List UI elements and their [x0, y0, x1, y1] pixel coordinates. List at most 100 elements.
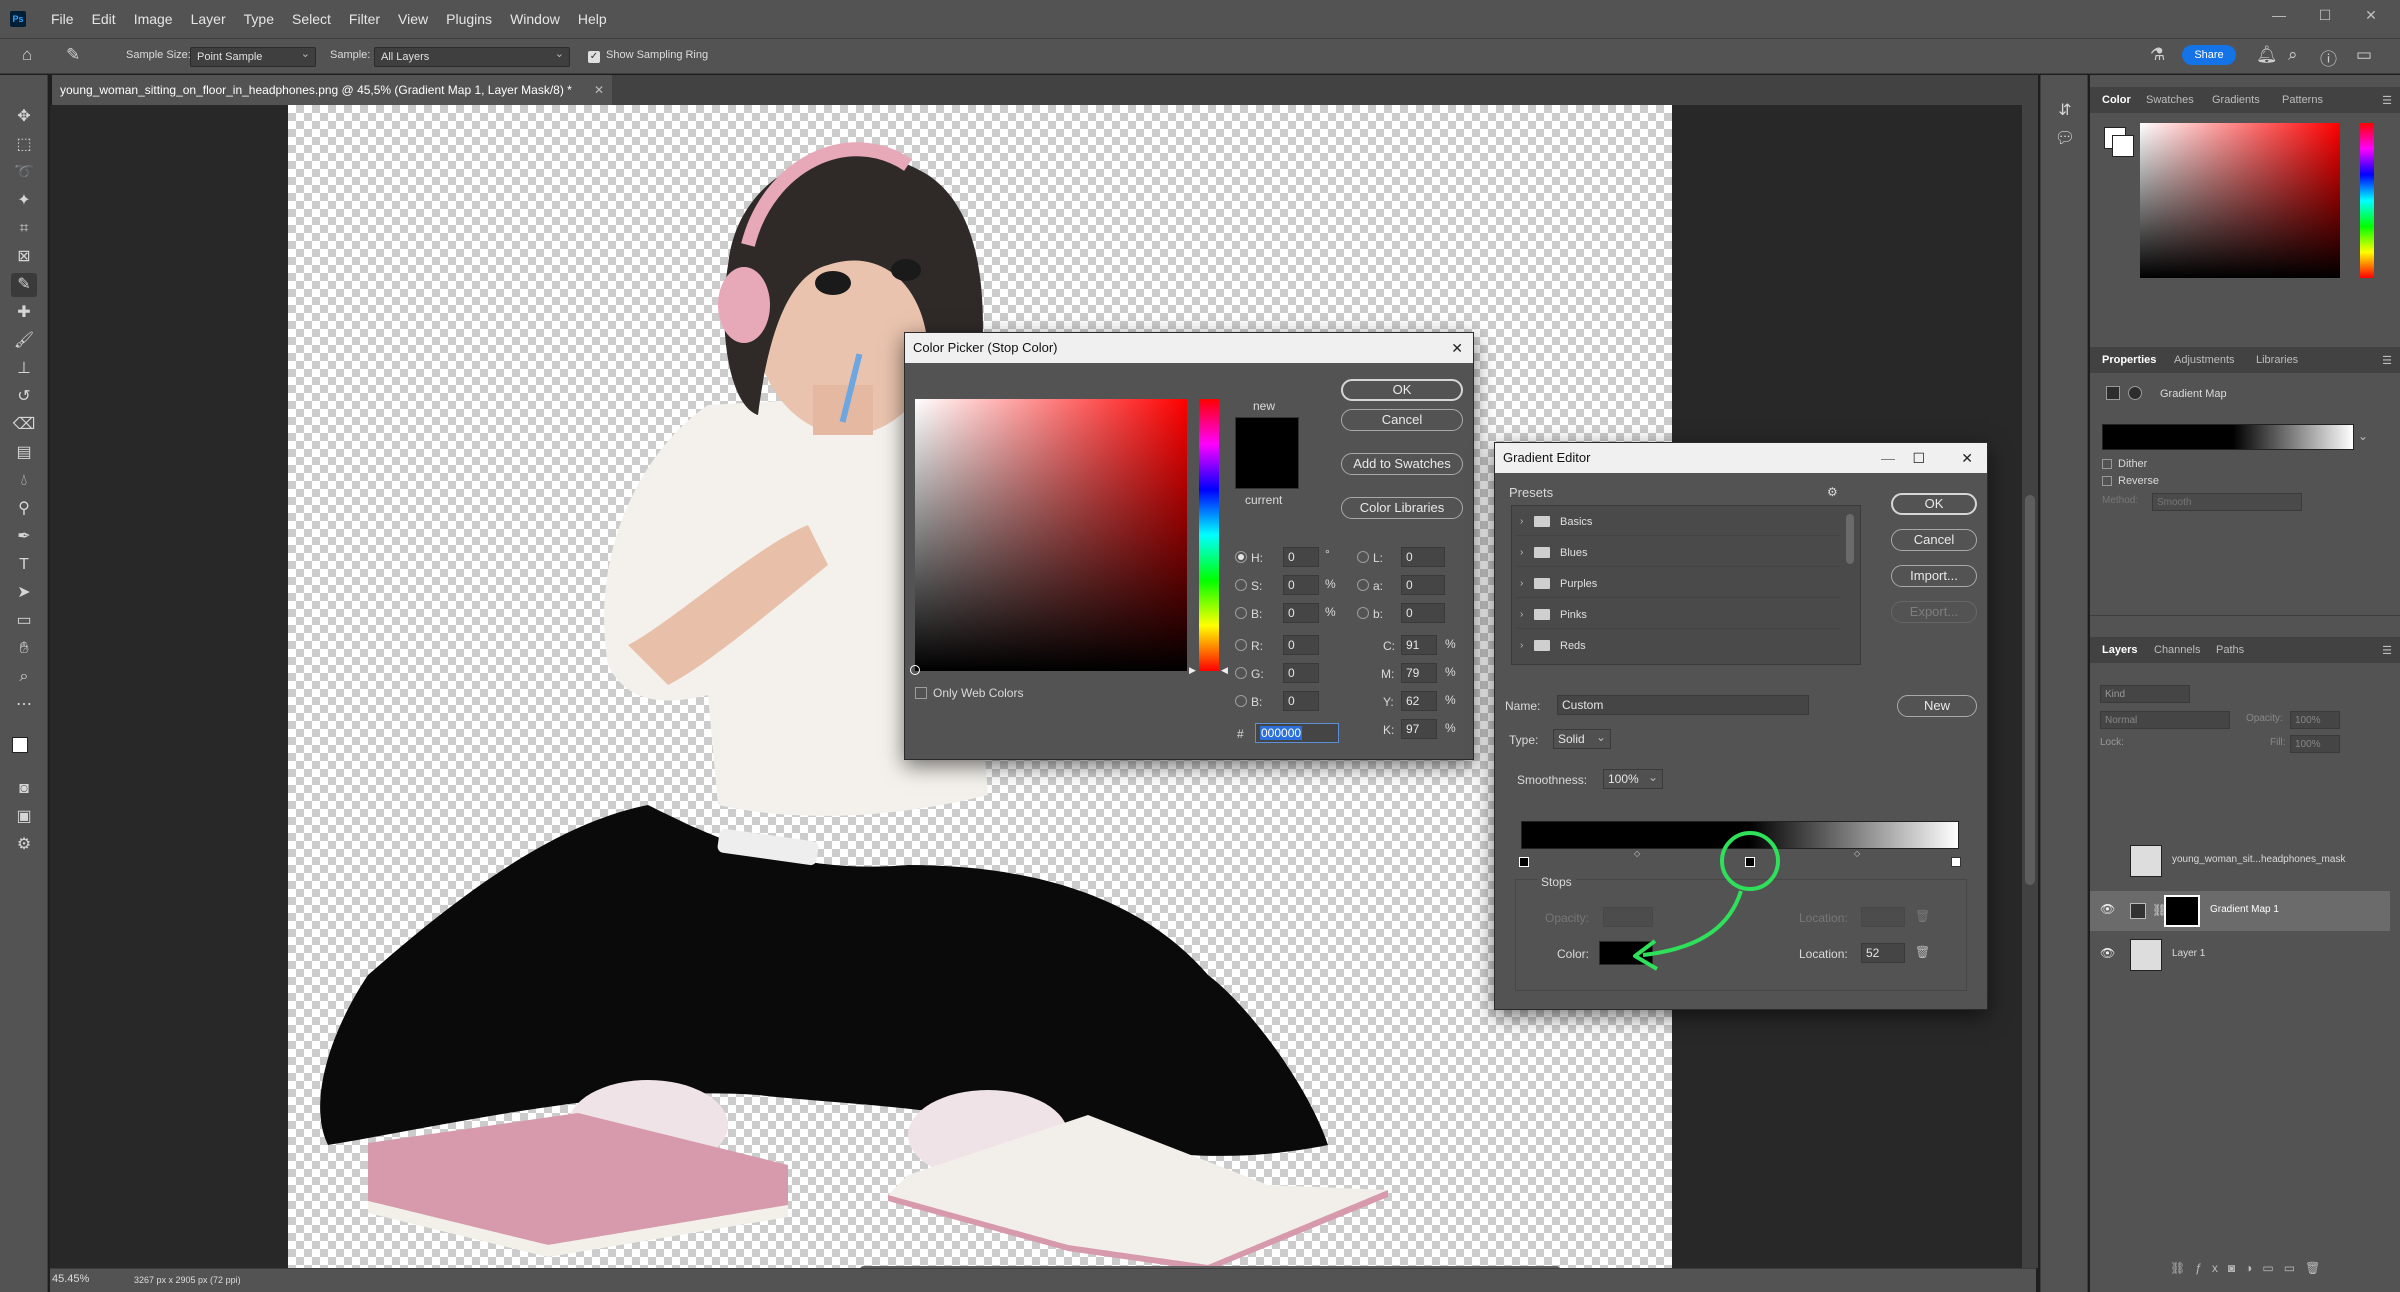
hue-slider-right-arrow-icon[interactable]: ◀ [1221, 665, 1228, 676]
fill-input[interactable]: 100% [2290, 735, 2340, 753]
quick-select-tool-icon[interactable]: ✦ [11, 189, 37, 213]
tab-gradients[interactable]: Gradients [2212, 94, 2260, 106]
r-input[interactable]: 0 [1283, 635, 1319, 655]
mask-icon[interactable] [2128, 386, 2142, 400]
a-radio[interactable] [1357, 579, 1369, 591]
eraser-tool-icon[interactable]: ⌫ [11, 413, 37, 437]
blue-radio[interactable] [1235, 695, 1247, 707]
properties-panel-menu-icon[interactable]: ☰ [2382, 354, 2392, 367]
blue-input[interactable]: 0 [1283, 691, 1319, 711]
hue-slider[interactable] [1199, 399, 1219, 671]
eyedropper-preset-icon[interactable]: ✎ [66, 45, 80, 65]
layer-row[interactable]: young_woman_sit...headphones_mask [2090, 841, 2400, 881]
menu-view[interactable]: View [389, 0, 437, 38]
comments-panel-icon[interactable]: 💬︎ [2052, 127, 2078, 151]
menu-layer[interactable]: Layer [182, 0, 235, 38]
workspace-icon[interactable]: ▭ [2356, 45, 2372, 65]
layer-row-selected[interactable]: 👁︎ ⛓︎ Gradient Map 1 [2090, 891, 2390, 931]
layer-name[interactable]: Gradient Map 1 [2210, 904, 2279, 915]
search-icon[interactable]: ⌕ [2288, 45, 2298, 65]
pen-tool-icon[interactable]: ✒ [11, 525, 37, 549]
menu-window[interactable]: Window [501, 0, 569, 38]
sample-size-select[interactable]: Point Sample [190, 47, 316, 67]
tab-libraries[interactable]: Libraries [2256, 354, 2298, 366]
k-input[interactable]: 97 [1401, 719, 1437, 739]
layer-name[interactable]: young_woman_sit...headphones_mask [2172, 854, 2345, 865]
current-color-swatch[interactable] [1235, 453, 1299, 489]
path-selection-tool-icon[interactable]: ➤ [11, 581, 37, 605]
vertical-scroll-thumb[interactable] [2025, 495, 2035, 885]
hue-slider-left-arrow-icon[interactable]: ▶ [1189, 665, 1196, 676]
quick-mask-icon[interactable]: ◙ [11, 777, 37, 801]
eyedropper-tool-icon[interactable]: ✎ [11, 273, 37, 297]
sample-select[interactable]: All Layers [374, 47, 570, 67]
tab-adjustments[interactable]: Adjustments [2174, 354, 2235, 366]
share-button[interactable]: Share [2182, 45, 2236, 65]
layer-name[interactable]: Layer 1 [2172, 948, 2205, 959]
h-input[interactable]: 0 [1283, 547, 1319, 567]
y-input[interactable]: 62 [1401, 691, 1437, 711]
l-radio[interactable] [1357, 551, 1369, 563]
hex-input[interactable]: 000000 [1255, 723, 1339, 743]
layer-visibility-icon[interactable]: 👁︎ [2100, 902, 2115, 916]
l-input[interactable]: 0 [1401, 547, 1445, 567]
b-input[interactable]: 0 [1283, 603, 1319, 623]
color-libraries-button[interactable]: Color Libraries [1341, 497, 1463, 519]
add-to-swatches-button[interactable]: Add to Swatches [1341, 453, 1463, 475]
notifications-icon[interactable]: 🔔︎ [2256, 45, 2278, 65]
lasso-tool-icon[interactable]: ➰ [11, 161, 37, 185]
tab-channels[interactable]: Channels [2154, 644, 2200, 656]
tab-properties[interactable]: Properties [2102, 354, 2156, 366]
layer-row[interactable]: 👁︎ Layer 1 [2090, 935, 2400, 975]
dither-checkbox[interactable] [2102, 459, 2112, 469]
cancel-button[interactable]: Cancel [1341, 409, 1463, 431]
s-input[interactable]: 0 [1283, 575, 1319, 595]
gradient-map-preview[interactable] [2102, 424, 2354, 450]
history-brush-tool-icon[interactable]: ↺ [11, 385, 37, 409]
menu-plugins[interactable]: Plugins [437, 0, 501, 38]
tab-paths[interactable]: Paths [2216, 644, 2244, 656]
crop-tool-icon[interactable]: ⌗ [11, 217, 37, 241]
history-panel-icon[interactable]: ⇵ [2052, 99, 2078, 123]
menu-image[interactable]: Image [125, 0, 182, 38]
g-input[interactable]: 0 [1283, 663, 1319, 683]
ok-button[interactable]: OK [1341, 379, 1463, 401]
menu-file[interactable]: File [42, 0, 83, 38]
b-radio[interactable] [1235, 607, 1247, 619]
foreground-color-swatch[interactable] [12, 737, 28, 753]
menu-type[interactable]: Type [235, 0, 283, 38]
reverse-checkbox[interactable] [2102, 476, 2112, 486]
h-radio[interactable] [1235, 551, 1247, 563]
vertical-scrollbar[interactable] [2022, 105, 2038, 1268]
marquee-tool-icon[interactable]: ⬚ [11, 133, 37, 157]
edit-toolbar-icon[interactable]: ⚙ [11, 833, 37, 857]
document-tab[interactable]: young_woman_sitting_on_floor_in_headphon… [52, 75, 612, 105]
zoom-tool-icon[interactable]: ⌕ [11, 665, 37, 689]
tab-swatches[interactable]: Swatches [2146, 94, 2194, 106]
color-panel-menu-icon[interactable]: ☰ [2382, 94, 2392, 107]
layers-footer-icons[interactable]: ⛓ƒx◙◑▭▭🗑︎ [2170, 1261, 2330, 1275]
frame-tool-icon[interactable]: ⊠ [11, 245, 37, 269]
blur-tool-icon[interactable]: 💧︎ [11, 469, 37, 493]
color-panel-hue-slider[interactable] [2360, 123, 2374, 278]
help-icon[interactable]: ⓘ [2320, 45, 2337, 70]
brush-tool-icon[interactable]: 🖌︎ [11, 329, 37, 353]
maximize-icon[interactable]: ☐ [2302, 0, 2348, 30]
r-radio[interactable] [1235, 639, 1247, 651]
s-radio[interactable] [1235, 579, 1247, 591]
layer-visibility-icon[interactable]: 👁︎ [2100, 946, 2115, 960]
tab-layers[interactable]: Layers [2102, 644, 2137, 656]
more-tools-icon[interactable]: ⋯ [11, 693, 37, 717]
layer-mask-thumbnail[interactable] [2164, 895, 2200, 927]
color-field[interactable] [915, 399, 1187, 671]
menu-filter[interactable]: Filter [340, 0, 389, 38]
menu-help[interactable]: Help [569, 0, 616, 38]
tab-color[interactable]: Color [2102, 94, 2131, 106]
lab-b-radio[interactable] [1357, 607, 1369, 619]
color-field-marker[interactable] [910, 665, 920, 675]
lab-b-input[interactable]: 0 [1401, 603, 1445, 623]
layer-filter-input[interactable]: Kind [2100, 685, 2190, 703]
type-tool-icon[interactable]: T [11, 553, 37, 577]
g-radio[interactable] [1235, 667, 1247, 679]
close-tab-icon[interactable]: ✕ [594, 75, 604, 105]
